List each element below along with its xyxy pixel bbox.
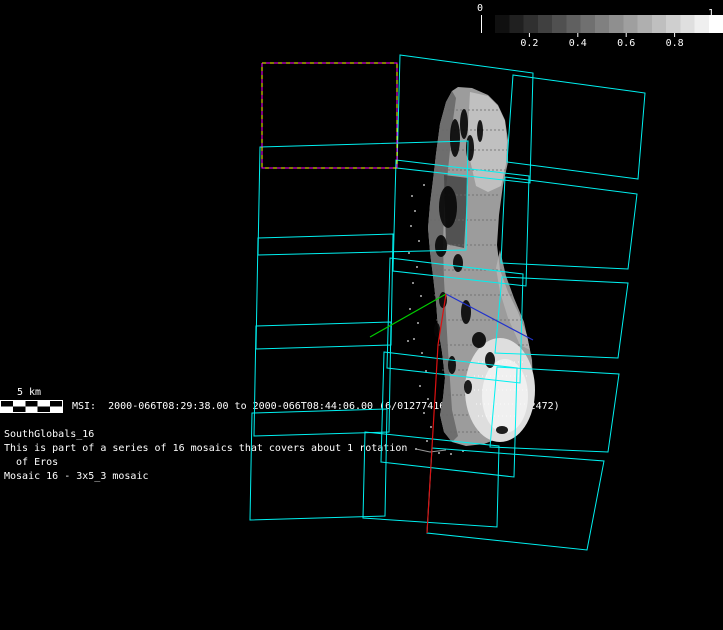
mosaic-footprint	[258, 141, 468, 255]
annotation-description-1: This is part of a series of 16 mosaics t…	[4, 442, 407, 455]
mosaic-footprint	[507, 75, 645, 179]
mosaic-footprint	[495, 277, 628, 358]
mosaic-footprint	[501, 177, 637, 269]
scene-canvas	[0, 0, 723, 630]
mosaic-footprint	[254, 322, 391, 436]
annotation-description-2: of Eros	[4, 456, 58, 469]
annotation-mosaic-layout: Mosaic 16 - 3x5_3 mosaic	[4, 470, 149, 483]
mosaic-footprint	[387, 258, 523, 383]
render-viewport[interactable]: 0 1 0.2 0.4 0.6 0.8 5 km MSI: 2000-066T08:2…	[0, 0, 723, 630]
scale-bar-label: 5 km	[17, 386, 41, 399]
colorbar-tick-label: 0.8	[666, 37, 684, 50]
mosaic-footprint	[397, 55, 533, 183]
scale-bar-checker	[1, 401, 63, 413]
annotation-mosaic-name: SouthGlobals_16	[4, 428, 94, 441]
mosaic-footprint	[427, 448, 604, 550]
colorbar-tick-label: 0.6	[617, 37, 635, 50]
colorbar-max-label: 1	[708, 7, 714, 20]
axis-green	[370, 294, 446, 337]
mosaic-footprint-wireframes	[250, 55, 645, 550]
colorbar-tick-label: 0.4	[569, 37, 587, 50]
colorbar	[481, 15, 723, 37]
colorbar-min-label: 0	[477, 2, 483, 15]
body-axes	[370, 294, 533, 533]
mosaic-footprint	[256, 234, 393, 349]
axis-blue	[446, 294, 533, 340]
colorbar-tick-label: 0.2	[520, 37, 538, 50]
mosaic-footprint	[393, 160, 529, 286]
highlighted-footprint	[262, 63, 397, 168]
axis-red	[427, 294, 446, 533]
mosaic-footprint	[381, 352, 517, 477]
status-line: MSI: 2000-066T08:29:38.00 to 2000-066T08…	[72, 400, 560, 413]
mosaic-footprint	[250, 409, 387, 520]
